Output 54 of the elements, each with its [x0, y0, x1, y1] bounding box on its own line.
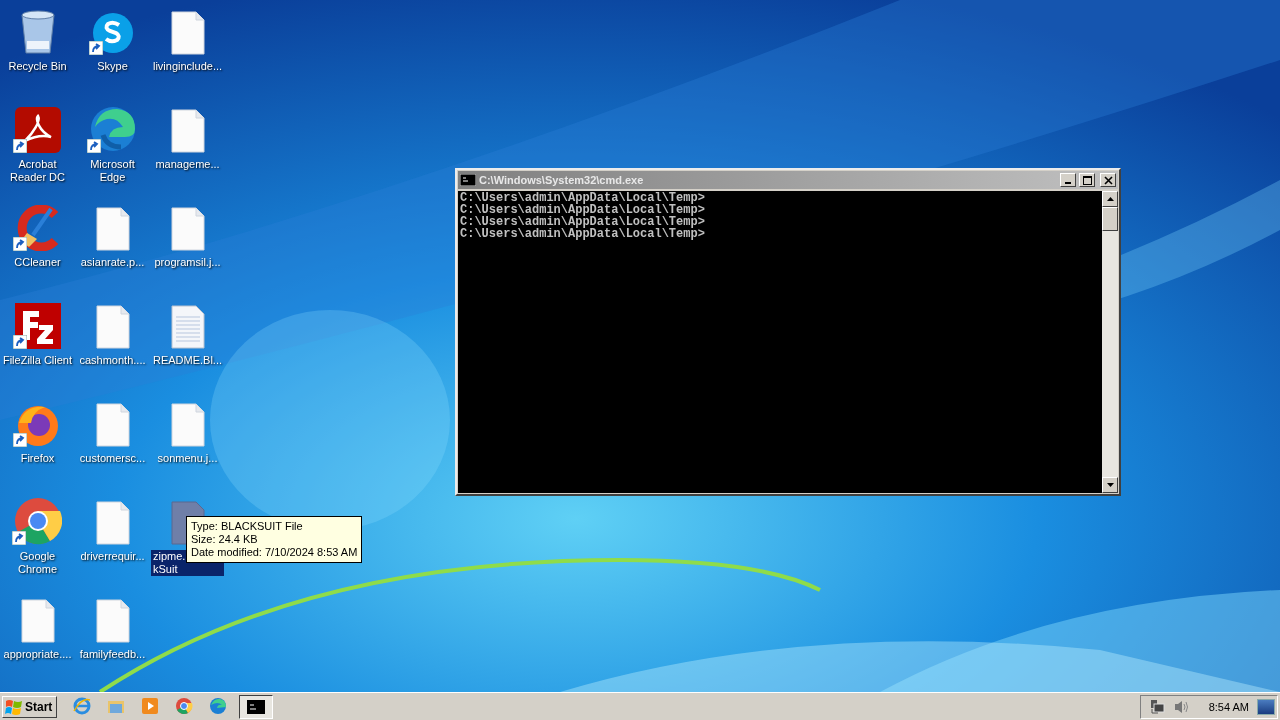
- console-line: C:\Users\admin\AppData\Local\Temp>: [460, 228, 706, 240]
- icon-label[interactable]: livinginclude...: [151, 60, 224, 73]
- icon-label[interactable]: driverrequir...: [79, 550, 146, 563]
- scrollbar[interactable]: [1102, 191, 1118, 493]
- network-icon[interactable]: [1148, 698, 1165, 715]
- up-arrow-icon[interactable]: [1106, 197, 1114, 201]
- icon-label[interactable]: sonmenu.j...: [156, 452, 219, 465]
- file-icon[interactable]: [170, 207, 205, 251]
- icon-label[interactable]: manageme...: [154, 158, 221, 171]
- icon-label[interactable]: Skype: [96, 60, 129, 73]
- icon-label[interactable]: appropriate....: [2, 648, 73, 661]
- icon-label[interactable]: customersc...: [78, 452, 147, 465]
- file-icon[interactable]: [95, 305, 130, 349]
- icon-label[interactable]: Google Chrome: [0, 550, 75, 576]
- window-title: C:\Windows\System32\cmd.exe: [479, 174, 645, 186]
- start-button[interactable]: Start: [2, 695, 58, 718]
- maximize-button[interactable]: [1079, 173, 1095, 187]
- close-button[interactable]: [1100, 173, 1116, 187]
- console-line: C:\Users\admin\AppData\Local\Temp>: [460, 216, 706, 228]
- tooltip-text: Type: BLACKSUIT File: [191, 520, 304, 533]
- title-bar[interactable]: C:\Windows\System32\cmd.exe: [458, 171, 1118, 189]
- file-icon[interactable]: [20, 599, 55, 643]
- clock[interactable]: 8:54 AM: [1208, 700, 1249, 713]
- text-file-icon[interactable]: [170, 305, 205, 349]
- console-taskbar-icon[interactable]: [239, 694, 274, 719]
- icon-label[interactable]: Recycle Bin: [7, 60, 68, 73]
- icon-label[interactable]: README.Bl...: [151, 354, 224, 367]
- console-line: C:\Users\admin\AppData\Local\Temp>: [460, 192, 706, 204]
- chrome-icon[interactable]: [13, 497, 62, 545]
- scroll-thumb[interactable]: [1102, 207, 1118, 231]
- maximize-icon: [1082, 175, 1092, 185]
- edge-icon[interactable]: [88, 105, 137, 153]
- console-line: C:\Users\admin\AppData\Local\Temp>: [460, 204, 706, 216]
- icon-label[interactable]: cashmonth....: [78, 354, 147, 367]
- icon-label[interactable]: Firefox: [19, 452, 56, 465]
- down-arrow-icon[interactable]: [1106, 483, 1114, 487]
- icon-label[interactable]: FileZilla Client: [1, 354, 74, 367]
- console-icon: [460, 174, 476, 186]
- icon-label[interactable]: programsil.j...: [153, 256, 222, 269]
- icon-label[interactable]: familyfeedb...: [78, 648, 147, 661]
- icon-label[interactable]: CCleaner: [13, 256, 62, 269]
- file-icon[interactable]: [95, 207, 130, 251]
- speaker-icon[interactable]: [1172, 698, 1191, 715]
- icon-label[interactable]: Microsoft Edge: [75, 158, 150, 184]
- show-desktop-button[interactable]: [1257, 698, 1275, 715]
- icon-label[interactable]: asianrate.p...: [79, 256, 146, 269]
- close-icon: [1103, 175, 1113, 185]
- flag-icon: [5, 698, 23, 715]
- file-icon[interactable]: [170, 109, 205, 153]
- file-icon[interactable]: [170, 11, 205, 55]
- icon-label[interactable]: Acrobat Reader DC: [0, 158, 75, 184]
- tooltip-text: Size: 24.4 KB: [191, 533, 259, 546]
- minimize-button[interactable]: [1060, 173, 1076, 187]
- skype-icon[interactable]: [90, 11, 135, 55]
